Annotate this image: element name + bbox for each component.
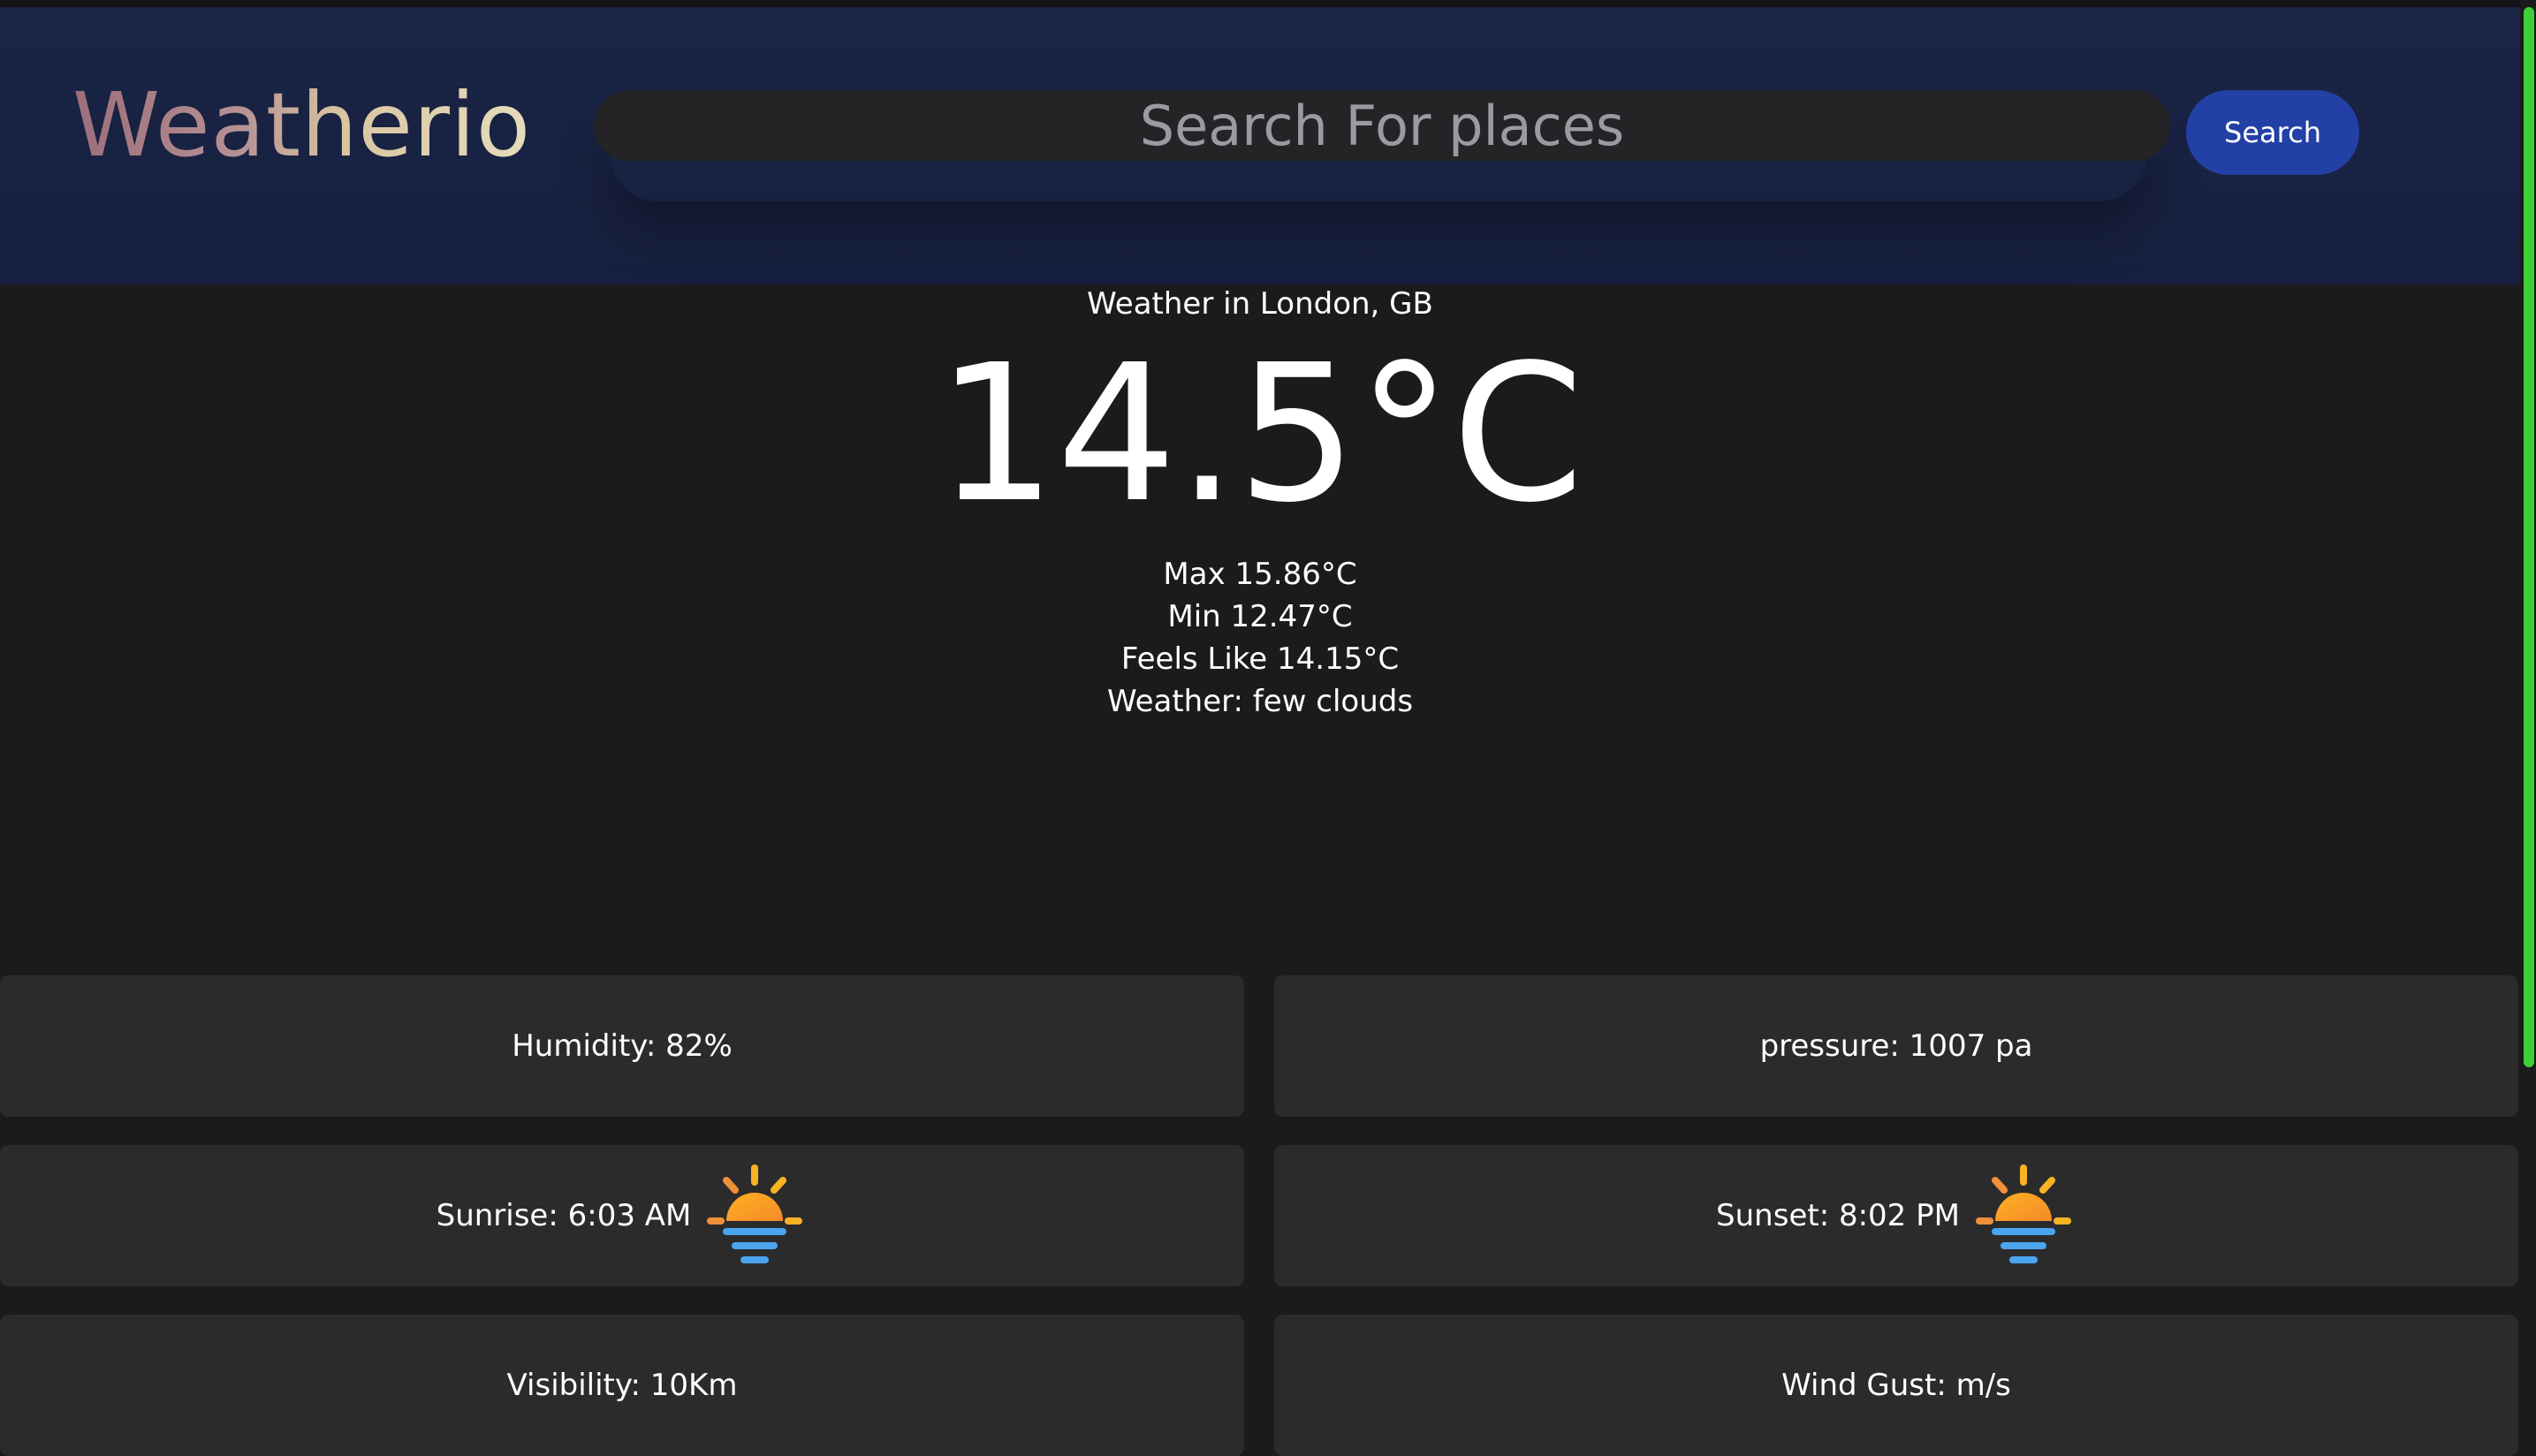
pressure-value: pressure: 1007 pa (1759, 1028, 2033, 1064)
app-logo[interactable]: Weatherio (72, 72, 531, 178)
max-temperature: Max 15.86°C (1163, 557, 1357, 592)
min-temperature: Min 12.47°C (1167, 599, 1353, 634)
header-bar: Weatherio Search (0, 7, 2520, 284)
wind-gust-card: Wind Gust: m/s (1274, 1315, 2518, 1456)
sunrise-card: Sunrise: 6:03 AM (0, 1145, 1244, 1286)
location-title: Weather in London, GB (1087, 286, 1433, 322)
visibility-value: Visibility: 10Km (506, 1368, 738, 1403)
sunrise-value: Sunrise: 6:03 AM (436, 1198, 692, 1233)
search-input[interactable] (594, 90, 2170, 161)
scrollbar-thumb[interactable] (2524, 7, 2534, 1067)
weather-description: Weather: few clouds (1106, 684, 1414, 719)
sunset-card: Sunset: 8:02 PM (1274, 1145, 2518, 1286)
sunset-value: Sunset: 8:02 PM (1716, 1198, 1960, 1233)
feels-like: Feels Like 14.15°C (1120, 641, 1400, 677)
scrollbar[interactable] (2520, 0, 2536, 1398)
visibility-card: Visibility: 10Km (0, 1315, 1244, 1456)
humidity-card: Humidity: 82% (0, 975, 1244, 1117)
top-edge (0, 0, 2520, 7)
humidity-value: Humidity: 82% (512, 1028, 733, 1064)
wind-gust-value: Wind Gust: m/s (1781, 1368, 2011, 1403)
sunset-icon (1975, 1164, 2071, 1263)
search-button[interactable]: Search (2186, 90, 2359, 175)
sunrise-icon (707, 1164, 803, 1263)
current-temperature: 14.5°C (936, 324, 1584, 544)
pressure-card: pressure: 1007 pa (1274, 975, 2518, 1117)
weather-details: Max 15.86°C Min 12.47°C Feels Like 14.15… (0, 553, 2520, 723)
